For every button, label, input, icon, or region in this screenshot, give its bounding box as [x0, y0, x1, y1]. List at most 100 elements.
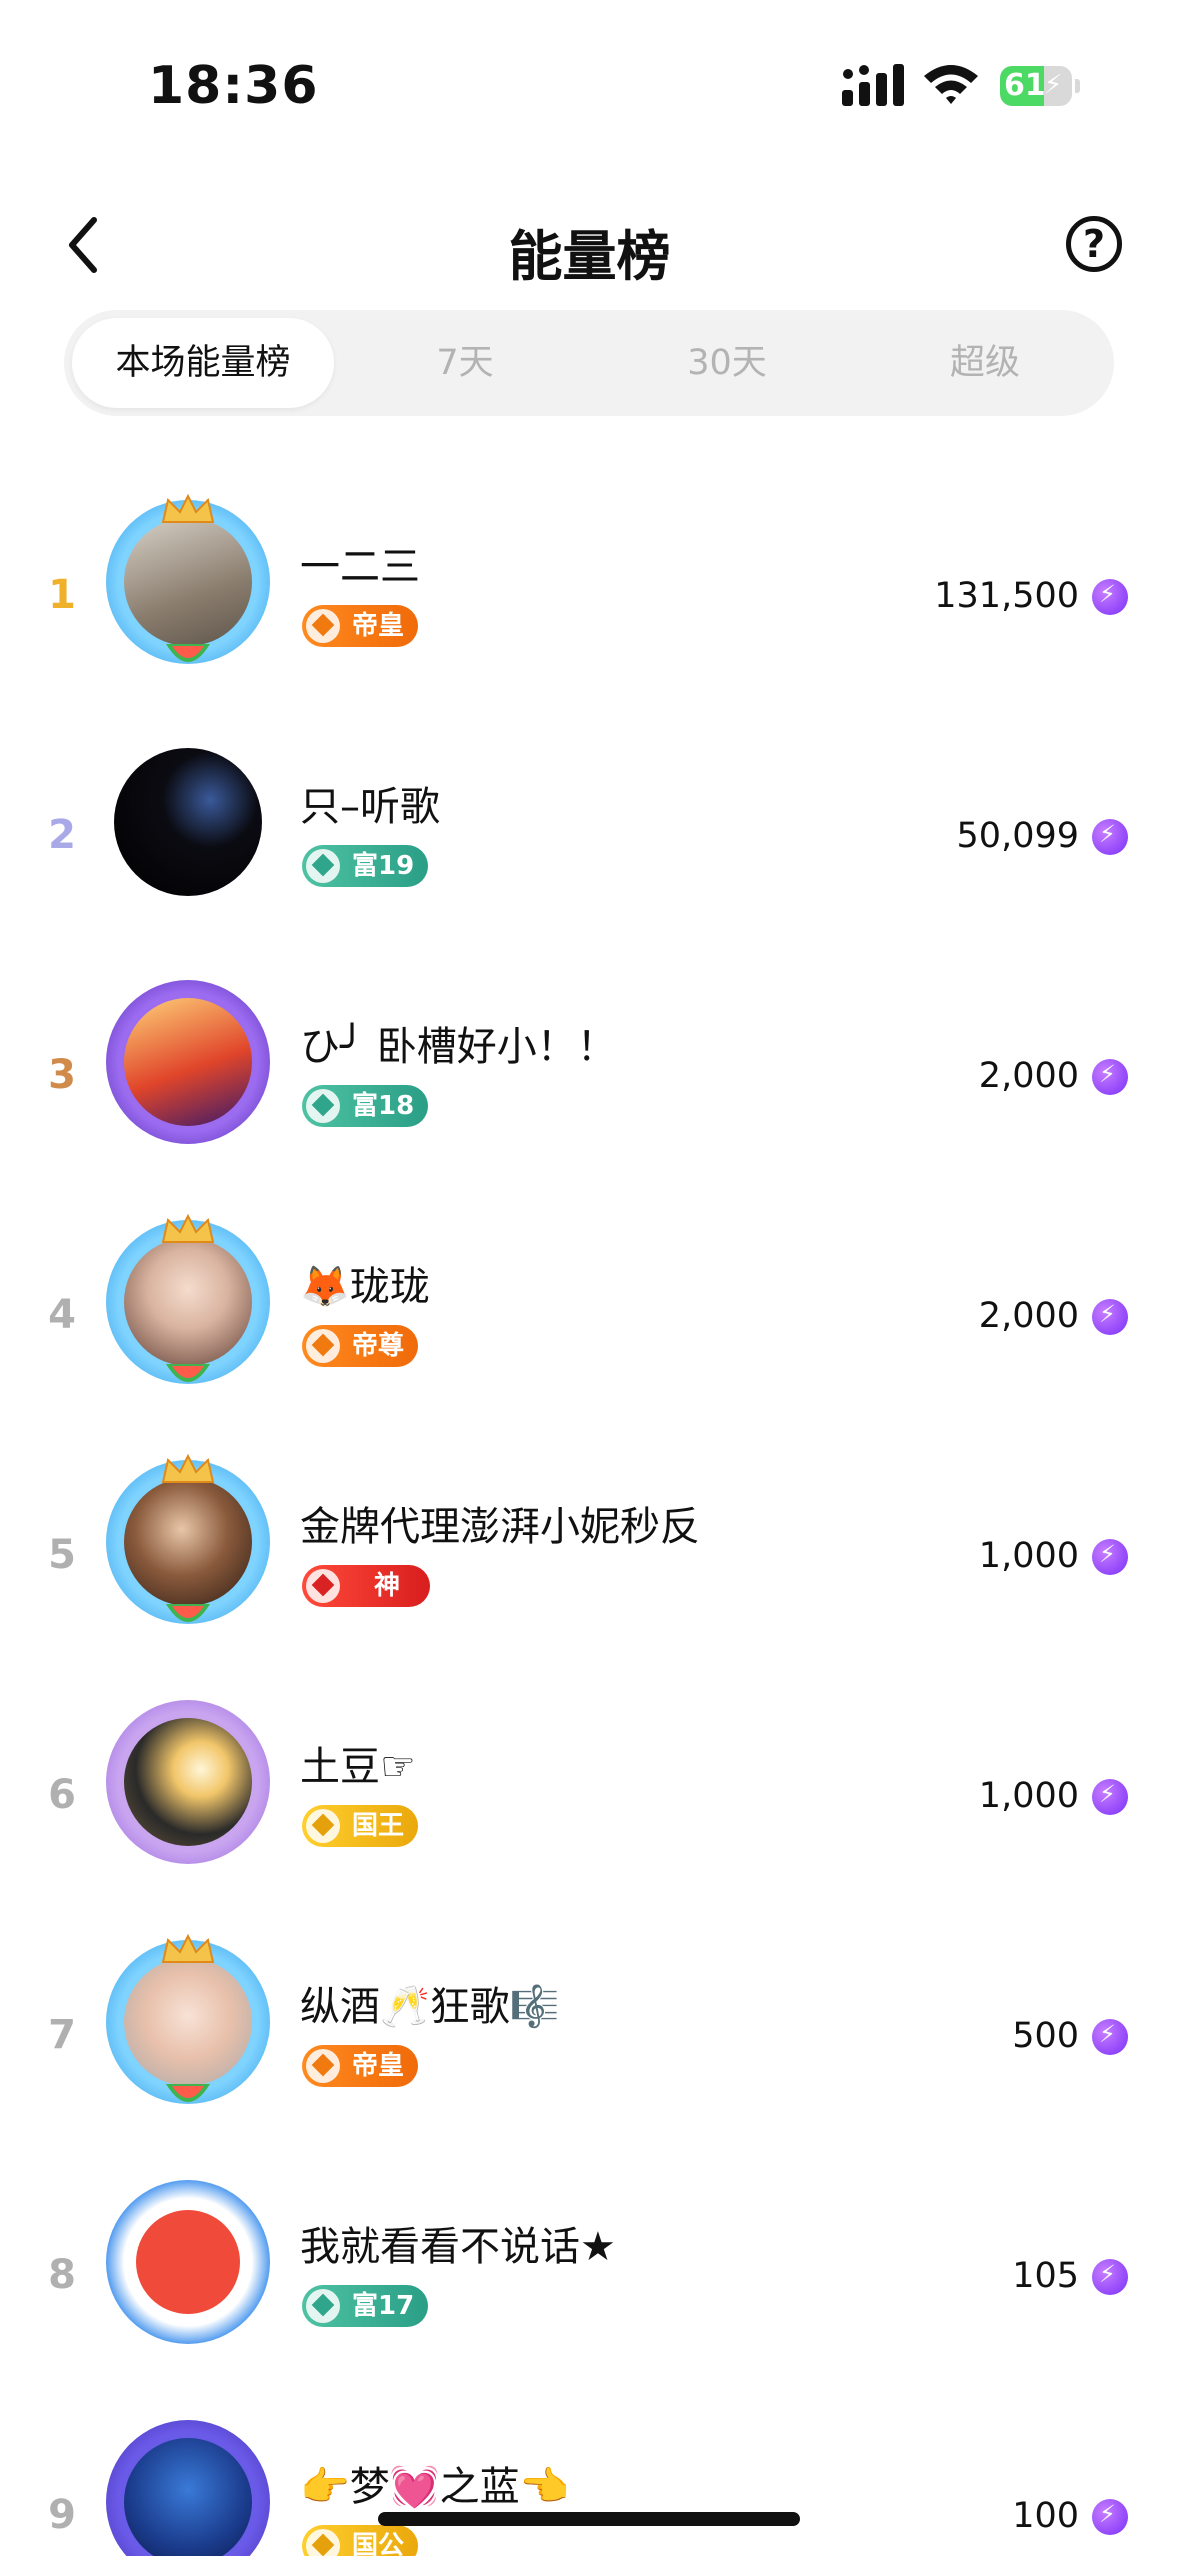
ranking-row[interactable]: 5 金牌代理澎湃小妮秒反 神 1,000 — [0, 1440, 1179, 1680]
badge-label: 帝尊 — [352, 1331, 405, 1361]
watermelon-frame-icon — [166, 644, 210, 662]
energy-score: 100 — [1012, 2496, 1079, 2536]
badge-label: 国王 — [352, 1811, 405, 1841]
badge-label: 帝皇 — [352, 2051, 405, 2081]
energy-score: 1,000 — [978, 1536, 1079, 1576]
badge-label: 国公 — [352, 2531, 405, 2556]
energy-lightning-icon — [1092, 579, 1128, 615]
username: 只–听歌 — [300, 784, 440, 830]
badge-crest-icon — [306, 1569, 340, 1603]
badge-crest-icon — [306, 1809, 340, 1843]
badge-label: 帝皇 — [352, 611, 405, 641]
avatar[interactable] — [106, 2420, 270, 2556]
rank-number: 6 — [48, 1772, 76, 1818]
crown-frame-icon — [161, 1214, 215, 1243]
period-tabs: 本场能量榜 7天 30天 超级 — [64, 310, 1114, 416]
wifi-icon — [924, 65, 978, 104]
rank-number: 9 — [48, 2492, 76, 2538]
battery-cap — [1075, 79, 1080, 93]
badge-crest-icon — [306, 2529, 340, 2556]
avatar[interactable] — [106, 1934, 270, 2104]
level-badge: 国王 — [302, 1805, 419, 1847]
cellular-signal-icon — [842, 64, 904, 106]
rank-number: 2 — [48, 812, 76, 858]
level-badge: 帝皇 — [302, 605, 419, 647]
energy-score: 2,000 — [978, 1296, 1079, 1336]
rank-number: 4 — [48, 1292, 76, 1338]
avatar[interactable] — [106, 1700, 270, 1864]
status-time: 18:36 — [148, 56, 319, 116]
username: 一二三 — [300, 544, 420, 590]
rank-number: 5 — [48, 1532, 76, 1578]
energy-lightning-icon — [1092, 2019, 1128, 2055]
username: ひ╯ 卧槽好小！！ — [300, 1024, 617, 1070]
badge-crest-icon — [306, 2289, 340, 2323]
charging-bolt-icon: ⚡ — [1044, 70, 1063, 100]
rank-number: 1 — [48, 572, 76, 618]
tab-7-days[interactable]: 7天 — [334, 318, 596, 408]
badge-label: 神 — [374, 1571, 401, 1601]
ranking-row[interactable]: 7 纵酒🥂狂歌🎼 帝皇 500 — [0, 1920, 1179, 2160]
energy-lightning-icon — [1092, 819, 1128, 855]
level-badge: 富17 — [302, 2285, 429, 2327]
ranking-row[interactable]: 6 土豆☞ 国王 1,000 — [0, 1680, 1179, 1920]
energy-score: 131,500 — [934, 576, 1079, 616]
page-title: 能量榜 — [508, 225, 671, 288]
watermelon-frame-icon — [166, 2084, 210, 2102]
tab-current-session[interactable]: 本场能量榜 — [72, 318, 334, 408]
rank-number: 8 — [48, 2252, 76, 2298]
level-badge: 富19 — [302, 845, 429, 887]
username: 土豆☞ — [300, 1744, 416, 1790]
tab-super[interactable]: 超级 — [854, 318, 1116, 408]
level-badge: 富18 — [302, 1085, 429, 1127]
username: 我就看看不说话★ — [300, 2224, 616, 2270]
crown-frame-icon — [161, 494, 215, 523]
ranking-row[interactable]: 1 一二三 帝皇 131,500 — [0, 480, 1179, 720]
avatar[interactable] — [106, 494, 270, 664]
level-badge: 帝尊 — [302, 1325, 419, 1367]
badge-crest-icon — [306, 1089, 340, 1123]
battery-icon: 61 ⚡ — [1000, 66, 1080, 106]
ranking-row[interactable]: 4 🦊珑珑 帝尊 2,000 — [0, 1200, 1179, 1440]
energy-lightning-icon — [1092, 2499, 1128, 2535]
crown-frame-icon — [161, 1934, 215, 1963]
battery-percentage: 61 — [1004, 68, 1046, 103]
rank-number: 7 — [48, 2012, 76, 2058]
energy-score: 50,099 — [956, 816, 1079, 856]
rank-number: 3 — [48, 1052, 76, 1098]
energy-score: 2,000 — [978, 1056, 1079, 1096]
avatar[interactable] — [106, 740, 270, 904]
badge-label: 富19 — [352, 851, 415, 881]
watermelon-frame-icon — [166, 1364, 210, 1382]
home-indicator[interactable] — [378, 2512, 800, 2526]
status-bar: 18:36 61 ⚡ — [0, 0, 1179, 170]
username: 金牌代理澎湃小妮秒反 — [300, 1504, 700, 1550]
avatar[interactable] — [106, 2180, 270, 2344]
level-badge: 帝皇 — [302, 2045, 419, 2087]
ranking-row[interactable]: 3 ひ╯ 卧槽好小！！ 富18 2,000 — [0, 960, 1179, 1200]
username: 👉梦💓之蓝👈 — [300, 2464, 570, 2510]
badge-crest-icon — [306, 1329, 340, 1363]
ranking-row[interactable]: 8 我就看看不说话★ 富17 105 — [0, 2160, 1179, 2400]
energy-lightning-icon — [1092, 2259, 1128, 2295]
level-badge: 国公 — [302, 2525, 419, 2556]
avatar[interactable] — [106, 1454, 270, 1624]
tab-30-days[interactable]: 30天 — [596, 318, 858, 408]
badge-crest-icon — [306, 849, 340, 883]
energy-lightning-icon — [1092, 1299, 1128, 1335]
badge-label: 富18 — [352, 1091, 415, 1121]
ranking-row[interactable]: 9 👉梦💓之蓝👈 国公 100 — [0, 2400, 1179, 2556]
nav-header: 能量榜 ? — [0, 190, 1179, 300]
avatar[interactable] — [106, 1214, 270, 1384]
badge-label: 富17 — [352, 2291, 415, 2321]
badge-crest-icon — [306, 2049, 340, 2083]
help-question-icon[interactable]: ? — [1066, 216, 1122, 272]
energy-lightning-icon — [1092, 1059, 1128, 1095]
energy-lightning-icon — [1092, 1779, 1128, 1815]
username: 🦊珑珑 — [300, 1264, 430, 1310]
level-badge: 神 — [302, 1565, 431, 1607]
avatar[interactable] — [106, 980, 270, 1144]
ranking-row[interactable]: 2 只–听歌 富19 50,099 — [0, 720, 1179, 960]
energy-score: 105 — [1012, 2256, 1079, 2296]
watermelon-frame-icon — [166, 1604, 210, 1622]
